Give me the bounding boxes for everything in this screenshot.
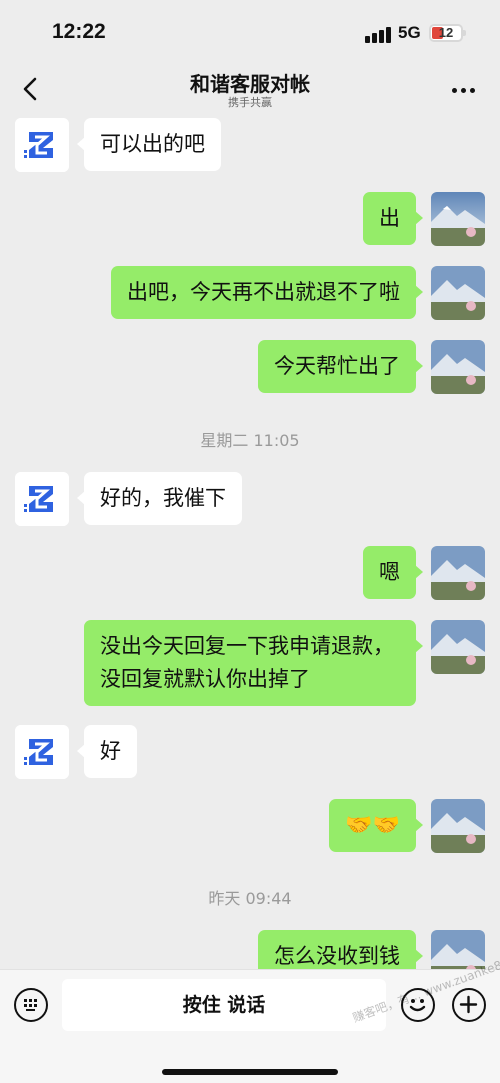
message-bubble[interactable]: 今天帮忙出了 (258, 340, 423, 393)
my-avatar[interactable] (431, 340, 485, 394)
message-list[interactable]: 可以出的吧 出 出吧，今天再不出就退不了啦 今天帮忙出了 星期二 11:05 好… (0, 118, 500, 969)
my-avatar[interactable] (431, 799, 485, 853)
keyboard-toggle-button[interactable] (14, 988, 48, 1022)
battery-level: 12 (438, 25, 454, 40)
contact-avatar[interactable] (15, 118, 69, 172)
landscape-avatar-image (431, 620, 485, 674)
timestamp: 昨天 09:44 (208, 889, 292, 908)
status-time: 12:22 (52, 20, 106, 43)
hold-to-talk-button[interactable]: 按住 说话 (62, 979, 386, 1031)
landscape-avatar-image (431, 192, 485, 246)
chat-title: 和谐客服对帐 (190, 72, 310, 96)
message-bubble[interactable]: 怎么没收到钱 (258, 930, 423, 969)
my-avatar[interactable] (431, 266, 485, 320)
landscape-avatar-image (431, 546, 485, 600)
chat-header: 和谐客服对帐 携手共赢 (0, 62, 500, 118)
my-avatar[interactable] (431, 546, 485, 600)
my-avatar[interactable] (431, 192, 485, 246)
signal-icon (365, 27, 391, 43)
network-type: 5G (398, 23, 421, 42)
battery-icon: 12 (429, 24, 466, 42)
message-bubble[interactable]: 好 (77, 725, 137, 778)
landscape-avatar-image (431, 799, 485, 853)
message-bubble[interactable]: 可以出的吧 (77, 118, 221, 171)
my-avatar[interactable] (431, 620, 485, 674)
status-bar: 12:22 5G 12 (0, 0, 500, 62)
message-bubble[interactable]: 出 (363, 192, 423, 245)
landscape-avatar-image (431, 340, 485, 394)
service-logo-icon (15, 472, 69, 526)
home-indicator[interactable] (162, 1069, 338, 1075)
more-functions-button[interactable] (452, 988, 486, 1022)
message-bubble[interactable]: 好的，我催下 (77, 472, 242, 525)
message-bubble[interactable]: 嗯 (363, 546, 423, 599)
more-icon (452, 88, 457, 93)
more-options-button[interactable] (450, 80, 478, 100)
plus-icon (459, 995, 478, 1014)
chat-subtitle: 携手共赢 (228, 96, 272, 109)
landscape-avatar-image (431, 266, 485, 320)
message-bubble[interactable]: 没出今天回复一下我申请退款，没回复就默认你出掉了 (84, 620, 423, 706)
message-bubble[interactable]: 出吧，今天再不出就退不了啦 (111, 266, 423, 319)
keyboard-icon (24, 999, 37, 1011)
service-logo-icon (15, 118, 69, 172)
message-bubble[interactable]: 🤝🤝 (329, 799, 423, 852)
contact-avatar[interactable] (15, 725, 69, 779)
service-logo-icon (15, 725, 69, 779)
contact-avatar[interactable] (15, 472, 69, 526)
timestamp: 星期二 11:05 (200, 431, 300, 450)
